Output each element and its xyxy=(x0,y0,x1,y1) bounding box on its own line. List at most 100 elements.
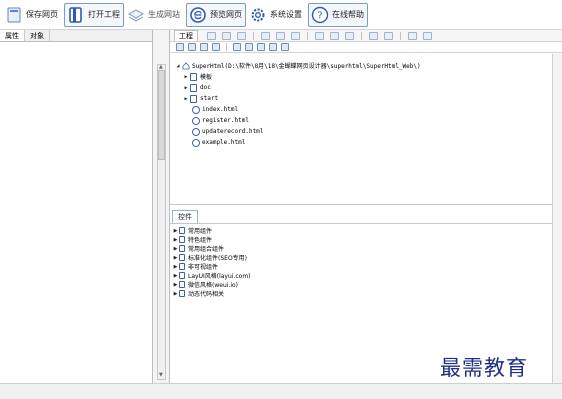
tree-file-label: updaterecord.html xyxy=(202,128,264,135)
collapse-arrow-icon[interactable]: ◢ xyxy=(174,63,182,69)
tree-folder-label: start xyxy=(200,95,219,102)
svg-text:?: ? xyxy=(317,10,322,21)
help-icon: ? xyxy=(311,5,329,25)
control-group-label: 微信风格(weui.io) xyxy=(188,282,238,289)
tree-file[interactable]: example.html xyxy=(174,137,550,148)
tree-file[interactable]: register.html xyxy=(174,115,550,126)
tab-objects[interactable]: 对象 xyxy=(25,30,50,41)
online-help-button[interactable]: ? 在线帮助 xyxy=(308,2,368,27)
folder-icon xyxy=(190,83,197,92)
property-panel: 属性 对象 xyxy=(0,30,153,383)
center-v-icon[interactable] xyxy=(345,31,354,40)
align-center-icon[interactable] xyxy=(222,31,231,40)
controls-list: ▶ 常用组件 ▶ 特色组件 ▶ 常用组合组件 ▶ 标准化组件(SEO专用) ▶ xyxy=(170,223,552,298)
system-settings-button[interactable]: 系统设置 xyxy=(249,3,305,27)
same-width-icon[interactable] xyxy=(276,31,285,40)
expand-arrow-icon[interactable]: ▶ xyxy=(182,96,190,102)
control-group[interactable]: ▶ 非可视组件 xyxy=(172,262,552,271)
new-page-icon[interactable] xyxy=(188,43,196,51)
expand-arrow-icon[interactable]: ▶ xyxy=(172,291,179,297)
folder-icon xyxy=(179,290,185,297)
status-bar xyxy=(0,383,562,399)
control-group-label: 标准化组件(SEO专用) xyxy=(188,255,248,262)
same-height-icon[interactable] xyxy=(291,31,300,40)
align-right-icon[interactable] xyxy=(237,31,246,40)
property-tabs: 属性 对象 xyxy=(0,30,152,42)
spacing-icon[interactable] xyxy=(315,31,324,40)
folder-icon xyxy=(179,245,185,252)
project-tree: ◢ SuperHtml(D:\软件\8月\18\金蝴蝶网页设计器\superht… xyxy=(170,54,550,204)
folder-icon[interactable] xyxy=(212,43,220,51)
tree-file-label: example.html xyxy=(202,139,246,146)
tab-controls[interactable]: 控件 xyxy=(172,210,198,223)
home-icon[interactable] xyxy=(176,43,184,51)
edit-icon[interactable] xyxy=(408,31,417,40)
tab-properties[interactable]: 属性 xyxy=(0,30,25,41)
control-group-label: 特色组件 xyxy=(188,237,213,244)
tree-root[interactable]: ◢ SuperHtml(D:\软件\8月\18\金蝴蝶网页设计器\superht… xyxy=(174,60,550,71)
tab-project[interactable]: 工程 xyxy=(174,30,198,41)
toolbar-separator xyxy=(253,31,254,40)
expand-arrow-icon[interactable]: ▶ xyxy=(172,273,179,279)
toolbar-separator xyxy=(400,31,401,40)
distribute-icon[interactable] xyxy=(261,31,270,40)
open-project-button[interactable]: 打开工程 xyxy=(64,2,124,27)
expand-arrow-icon[interactable]: ▶ xyxy=(172,255,179,261)
delete-icon[interactable] xyxy=(269,43,277,51)
tree-file[interactable]: updaterecord.html xyxy=(174,126,550,137)
copy-icon[interactable] xyxy=(233,43,241,51)
folder-icon xyxy=(179,281,185,288)
tree-file[interactable]: index.html xyxy=(174,104,550,115)
expand-arrow-icon[interactable]: ▶ xyxy=(172,237,179,243)
control-group-label: 常用组件 xyxy=(188,228,213,235)
control-group[interactable]: ▶ 常用组合组件 xyxy=(172,244,552,253)
control-group[interactable]: ▶ 动态代码相关 xyxy=(172,289,552,298)
save-page-icon xyxy=(5,5,23,25)
expand-arrow-icon[interactable]: ▶ xyxy=(172,264,179,270)
control-group[interactable]: ▶ LayUI风格(layui.com) xyxy=(172,271,552,280)
align-left-icon[interactable] xyxy=(207,31,216,40)
gear-icon xyxy=(249,5,267,25)
scroll-down-arrow-icon[interactable]: ▼ xyxy=(159,372,163,378)
undo-icon[interactable] xyxy=(369,31,378,40)
expand-arrow-icon[interactable]: ▶ xyxy=(172,282,179,288)
controls-tabbar: 控件 xyxy=(170,209,552,223)
folder-icon xyxy=(179,254,185,261)
control-group[interactable]: ▶ 特色组件 xyxy=(172,235,552,244)
expand-arrow-icon[interactable]: ▶ xyxy=(172,246,179,252)
folder-icon xyxy=(190,72,197,81)
control-group[interactable]: ▶ 标准化组件(SEO专用) xyxy=(172,253,552,262)
folder-icon xyxy=(179,272,185,279)
toolbar-separator xyxy=(307,31,308,40)
generate-site-button[interactable]: 生成网站 xyxy=(127,3,183,27)
project-scrollbar[interactable] xyxy=(552,54,562,383)
open-project-icon xyxy=(67,5,85,25)
html-page-icon xyxy=(192,138,200,147)
properties-icon[interactable] xyxy=(281,43,289,51)
tree-folder-label: 模板 xyxy=(200,74,213,81)
tree-root-label: SuperHtml(D:\软件\8月\18\金蝴蝶网页设计器\superhtml… xyxy=(192,63,421,70)
tree-folder[interactable]: ▶ start xyxy=(174,93,550,104)
redo-icon[interactable] xyxy=(384,31,393,40)
save-button[interactable]: 保存网页 xyxy=(5,3,61,27)
browser-e-icon xyxy=(189,5,207,25)
expand-arrow-icon[interactable]: ▶ xyxy=(182,74,190,80)
tree-folder[interactable]: ▶ doc xyxy=(174,82,550,93)
control-group[interactable]: ▶ 常用组件 xyxy=(172,226,552,235)
folder-icon xyxy=(179,236,185,243)
refresh-icon[interactable] xyxy=(200,43,208,51)
preview-page-button[interactable]: 预览网页 xyxy=(186,2,246,27)
expand-arrow-icon[interactable]: ▶ xyxy=(172,228,179,234)
tree-folder[interactable]: ▶ 模板 xyxy=(174,71,550,82)
control-group[interactable]: ▶ 微信风格(weui.io) xyxy=(172,280,552,289)
search-icon[interactable] xyxy=(423,31,432,40)
rename-icon[interactable] xyxy=(257,43,265,51)
generate-site-label: 生成网站 xyxy=(148,10,180,19)
center-h-icon[interactable] xyxy=(330,31,339,40)
expand-arrow-icon[interactable]: ▶ xyxy=(182,85,190,91)
control-group-label: 动态代码相关 xyxy=(188,291,225,298)
folder-icon xyxy=(179,263,185,270)
editor-scrollbar[interactable]: ▲ ▼ xyxy=(157,64,166,380)
scrollbar-thumb[interactable] xyxy=(158,70,165,160)
paste-icon[interactable] xyxy=(245,43,253,51)
